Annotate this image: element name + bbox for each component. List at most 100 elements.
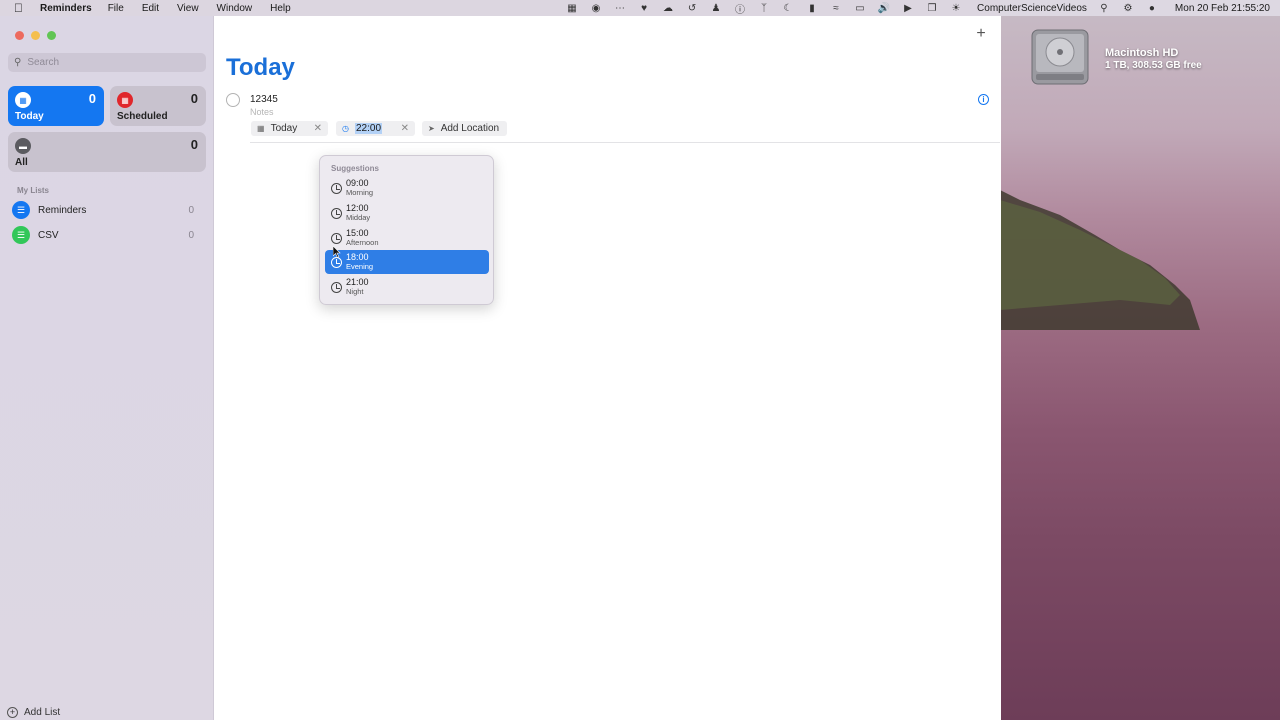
suggestion-option-selected[interactable]: 18:00 Evening xyxy=(325,250,489,274)
window-maximize-button[interactable] xyxy=(47,31,56,40)
date-chip-label: Today xyxy=(270,123,298,134)
smart-list-today[interactable]: ▦ 0 Today xyxy=(8,86,104,126)
weather-icon[interactable]: ☀ xyxy=(949,3,963,14)
suggestion-period: Midday xyxy=(346,212,371,222)
more-icon[interactable]: ⋯ xyxy=(613,3,627,14)
app-status-icon[interactable]: ♥ xyxy=(637,3,651,14)
clock-icon xyxy=(331,256,342,268)
smart-list-label: Scheduled xyxy=(117,111,168,122)
desktop-wallpaper xyxy=(1000,0,1280,720)
battery-icon[interactable]: ▮ xyxy=(805,3,819,14)
sidebar-item-count: 0 xyxy=(188,229,194,241)
reminder-notes-field[interactable]: Notes xyxy=(250,107,274,117)
bluetooth-icon[interactable]: ᛉ xyxy=(757,3,771,14)
window-close-button[interactable] xyxy=(15,31,24,40)
suggestion-option[interactable]: 09:00 Morning xyxy=(325,176,489,200)
reminder-checkbox[interactable] xyxy=(226,93,240,107)
display-icon[interactable]: ▦ xyxy=(565,3,579,14)
clear-time-icon[interactable]: ✕ xyxy=(401,123,409,134)
location-chip-label: Add Location xyxy=(440,123,500,134)
drive-info: 1 TB, 308.53 GB free xyxy=(1105,60,1202,71)
menu-app-name[interactable]: Reminders xyxy=(40,3,92,14)
page-title: Today xyxy=(226,54,295,81)
menu-bar:  Reminders File Edit View Window Help ▦… xyxy=(0,0,1280,16)
calendar-icon: ▦ xyxy=(15,92,31,108)
search-field[interactable]: ⚲ xyxy=(8,53,206,72)
reminders-window: ⚲ ▦ 0 Today ▦ 0 Scheduled ▬ 0 All My Lis… xyxy=(0,16,1001,720)
row-divider xyxy=(250,142,1000,143)
window-minimize-button[interactable] xyxy=(31,31,40,40)
smart-list-count: 0 xyxy=(88,91,96,106)
tray-icon: ▬ xyxy=(15,138,31,154)
volume-icon[interactable]: 🔊 xyxy=(877,3,891,14)
sidebar-item-count: 0 xyxy=(188,204,194,216)
search-icon[interactable]: ⚲ xyxy=(1097,3,1111,14)
cloud-icon[interactable]: ☁ xyxy=(661,3,675,14)
suggestions-heading: Suggestions xyxy=(331,164,380,173)
menu-file[interactable]: File xyxy=(108,3,124,14)
suggestion-period: Evening xyxy=(346,261,374,271)
time-suggestions-popup: Suggestions 09:00 Morning 12:00 Midday 15:… xyxy=(319,155,494,305)
sidebar-item-label: CSV xyxy=(38,229,59,241)
sidebar: ⚲ ▦ 0 Today ▦ 0 Scheduled ▬ 0 All My Lis… xyxy=(0,16,214,720)
plus-circle-icon: + xyxy=(7,707,18,718)
mouse-cursor-icon xyxy=(333,246,341,258)
suggestion-option[interactable]: 21:00 Night xyxy=(325,275,489,299)
suggestion-option[interactable]: 15:00 Afternoon xyxy=(325,226,489,250)
drive-name: Macintosh HD xyxy=(1105,47,1179,59)
calendar-icon: ▦ xyxy=(257,124,265,133)
list-icon: ☰ xyxy=(12,201,30,219)
menubar-username[interactable]: ComputerScienceVideos xyxy=(977,3,1087,14)
info-icon[interactable]: i xyxy=(978,94,989,105)
clock-icon xyxy=(331,281,342,293)
menu-help[interactable]: Help xyxy=(270,3,291,14)
drive-label[interactable]: Macintosh HD 1 TB, 308.53 GB free xyxy=(1105,47,1202,71)
clock-icon xyxy=(331,207,342,219)
control-center-icon[interactable]: ⚙ xyxy=(1121,3,1135,14)
wallpaper-cliff xyxy=(1000,190,1200,330)
wifi-icon[interactable]: ≈ xyxy=(829,3,843,14)
info-status-icon[interactable]: ⓘ xyxy=(733,1,747,16)
time-chip[interactable]: ◷ 22:00 ✕ xyxy=(336,121,415,136)
smart-list-label: All xyxy=(15,157,28,168)
apple-menu-icon[interactable]:  xyxy=(14,1,28,15)
menu-window[interactable]: Window xyxy=(217,3,253,14)
windows-icon[interactable]: ❐ xyxy=(925,3,939,14)
smart-list-count: 0 xyxy=(190,137,198,152)
time-machine-icon[interactable]: ↺ xyxy=(685,3,699,14)
screen-record-icon[interactable]: ◉ xyxy=(589,3,603,14)
reminder-title[interactable]: 12345 xyxy=(250,94,278,105)
siri-icon[interactable]: ● xyxy=(1145,3,1159,14)
sidebar-item-label: Reminders xyxy=(38,204,87,216)
smart-list-label: Today xyxy=(15,111,44,122)
clock-icon xyxy=(331,182,342,194)
menubar-clock[interactable]: Mon 20 Feb 21:55:20 xyxy=(1175,3,1270,14)
date-chip[interactable]: ▦ Today ✕ xyxy=(251,121,328,136)
add-list-button[interactable]: + Add List xyxy=(7,707,60,718)
clear-date-icon[interactable]: ✕ xyxy=(314,123,322,134)
clock-icon: ◷ xyxy=(342,124,349,133)
sidebar-item-csv[interactable]: ☰ CSV 0 xyxy=(12,226,202,244)
screen-mirror-icon[interactable]: ▭ xyxy=(853,3,867,14)
smart-list-scheduled[interactable]: ▦ 0 Scheduled xyxy=(110,86,206,126)
time-chip-value[interactable]: 22:00 xyxy=(354,123,383,134)
sidebar-item-reminders[interactable]: ☰ Reminders 0 xyxy=(12,201,202,219)
smart-list-all[interactable]: ▬ 0 All xyxy=(8,132,206,172)
search-icon: ⚲ xyxy=(14,57,22,68)
play-icon[interactable]: ▶ xyxy=(901,3,915,14)
clock-icon xyxy=(331,232,342,244)
new-reminder-button[interactable]: + xyxy=(973,25,989,43)
focus-moon-icon[interactable]: ☾ xyxy=(781,3,795,14)
user-icon[interactable]: ♟ xyxy=(709,3,723,14)
my-lists-heading: My Lists xyxy=(17,186,50,195)
suggestion-option[interactable]: 12:00 Midday xyxy=(325,201,489,225)
hard-drive-icon[interactable] xyxy=(1028,28,1092,86)
suggestion-period: Afternoon xyxy=(346,237,379,247)
suggestion-period: Morning xyxy=(346,187,374,197)
menu-view[interactable]: View xyxy=(177,3,199,14)
menu-edit[interactable]: Edit xyxy=(142,3,159,14)
location-chip[interactable]: ➤ Add Location xyxy=(422,121,507,136)
smart-list-count: 0 xyxy=(190,91,198,106)
search-input[interactable] xyxy=(27,57,198,68)
list-icon: ☰ xyxy=(12,226,30,244)
